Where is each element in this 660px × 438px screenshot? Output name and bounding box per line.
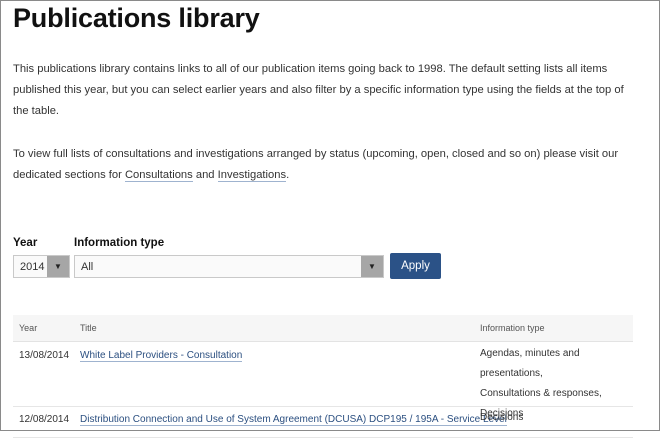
- status-text-and: and: [192, 169, 218, 181]
- type-entry: Agendas, minutes and presentations,: [480, 348, 580, 379]
- status-text: To view full lists of consultations and …: [13, 144, 635, 186]
- row-date: 12/08/2014: [19, 414, 70, 425]
- consultations-link[interactable]: Consultations: [124, 169, 193, 182]
- header-title: Title: [80, 323, 97, 333]
- information-type-label: Information type: [74, 237, 165, 249]
- publication-link[interactable]: White Label Providers - Consultation: [80, 350, 243, 362]
- filter-bar: Year 2014 ▼ Information type All ▼ Apply: [13, 237, 635, 281]
- row-information-type: Decisions: [480, 408, 523, 428]
- year-label: Year: [13, 237, 38, 249]
- year-select[interactable]: 2014 ▼: [13, 255, 70, 278]
- row-title-link[interactable]: Distribution Connection and Use of Syste…: [80, 414, 507, 426]
- information-type-chevron-down-icon[interactable]: ▼: [361, 256, 383, 277]
- table-header: Year Title Information type: [13, 315, 633, 342]
- table-row: 13/08/2014 White Label Providers - Consu…: [13, 342, 633, 419]
- table-row: 12/08/2014 Distribution Connection and U…: [13, 407, 633, 438]
- status-text-after: .: [286, 169, 290, 181]
- information-type-select[interactable]: All ▼: [74, 255, 384, 278]
- apply-button[interactable]: Apply: [390, 253, 441, 279]
- row-date: 13/08/2014: [19, 350, 70, 361]
- publication-link[interactable]: Distribution Connection and Use of Syste…: [80, 414, 507, 426]
- status-text-before: To view full lists of consultations and …: [13, 148, 619, 181]
- row-title-link[interactable]: White Label Providers - Consultation: [80, 350, 243, 362]
- intro-text: This publications library contains links…: [13, 63, 624, 117]
- page-title: Publications library: [13, 3, 260, 33]
- type-entry: Consultations & responses,: [480, 388, 602, 399]
- type-entry: Decisions: [480, 412, 524, 423]
- investigations-link[interactable]: Investigations: [217, 169, 287, 182]
- header-information-type: Information type: [480, 323, 545, 333]
- information-type-select-value: All: [81, 261, 94, 273]
- status-paragraph: To view full lists of consultations and …: [13, 144, 635, 186]
- header-year: Year: [19, 323, 38, 333]
- year-select-value: 2014: [20, 261, 45, 273]
- publications-table: Year Title Information type 13/08/2014 W…: [13, 315, 633, 438]
- year-chevron-down-icon[interactable]: ▼: [47, 256, 69, 277]
- intro-paragraph: This publications library contains links…: [13, 59, 635, 122]
